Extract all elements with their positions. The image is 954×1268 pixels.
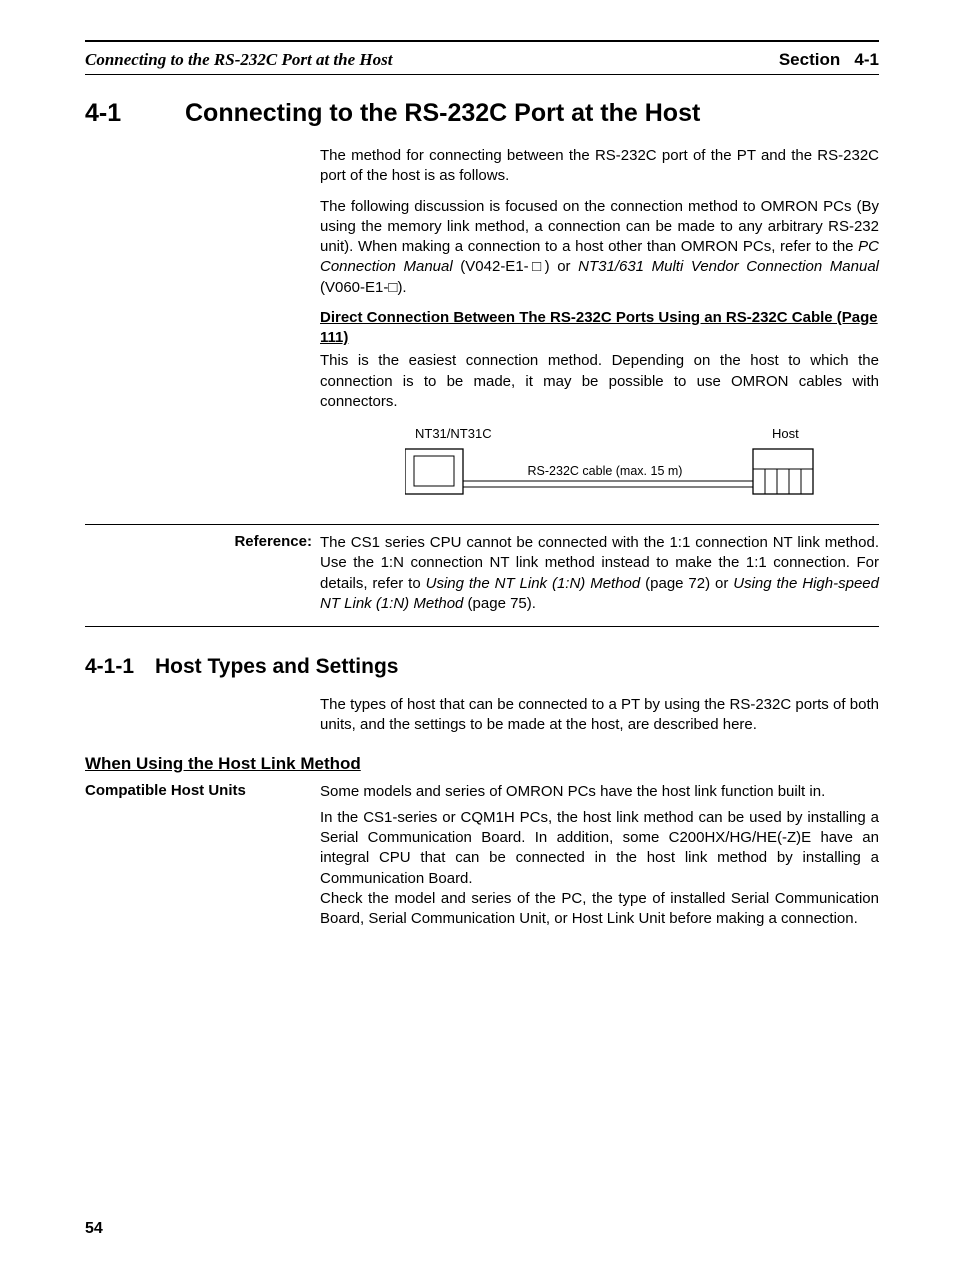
reference-text: The CS1 series CPU cannot be connected w… [320, 533, 879, 614]
placeholder-box-icon [529, 258, 545, 275]
header-rule-bottom [85, 74, 879, 75]
subheading-host-link: When Using the Host Link Method [85, 754, 879, 774]
paragraph-4: The types of host that can be connected … [320, 695, 879, 736]
page-header: Connecting to the RS-232C Port at the Ho… [85, 50, 879, 70]
ref-text-e: (page 75). [463, 595, 536, 612]
ref-text-c: (page 72) or [640, 575, 733, 592]
direct-connection-link[interactable]: Direct Connection Between The RS-232C Po… [320, 308, 879, 349]
para2-text-d: ) or [545, 258, 579, 275]
para2-text-f: (V060-E1- [320, 279, 388, 296]
page-number: 54 [85, 1220, 103, 1238]
side-label-compatible: Compatible Host Units [85, 782, 320, 799]
reference-block: Reference: The CS1 series CPU cannot be … [85, 524, 879, 627]
header-title: Connecting to the RS-232C Port at the Ho… [85, 50, 392, 70]
paragraph-7: Check the model and series of the PC, th… [320, 889, 879, 930]
para2-text-g: ). [397, 279, 406, 296]
header-section-label: Section [779, 50, 840, 69]
section-heading: 4-1 Connecting to the RS-232C Port at th… [85, 99, 879, 128]
diagram-right-label: Host [772, 426, 799, 441]
diagram-svg: RS-232C cable (max. 15 m) [405, 444, 825, 502]
compatible-hosts-row: Compatible Host Units Some models and se… [85, 782, 879, 802]
paragraph-1: The method for connecting between the RS… [320, 146, 879, 187]
cable-label: RS-232C cable (max. 15 m) [528, 464, 683, 478]
subsection-title: Host Types and Settings [155, 655, 398, 679]
subsection-heading: 4-1-1 Host Types and Settings [85, 655, 879, 679]
paragraph-3: This is the easiest connection method. D… [320, 351, 879, 412]
reference-label: Reference: [85, 533, 320, 550]
connection-diagram: NT31/NT31C Host RS-232C cable (max. 15 m… [320, 426, 879, 506]
section-title: Connecting to the RS-232C Port at the Ho… [185, 99, 700, 128]
para2-text-a: The following discussion is focused on t… [320, 198, 879, 256]
header-section: Section 4-1 [779, 50, 879, 70]
subsection-number: 4-1-1 [85, 655, 155, 679]
para2-ref-manual-2: NT31/631 Multi Vendor Connection Manual [578, 258, 879, 275]
diagram-left-label: NT31/NT31C [415, 426, 492, 441]
paragraph-5: Some models and series of OMRON PCs have… [320, 782, 879, 802]
para2-text-c: (V042-E1- [453, 258, 529, 275]
paragraph-6: In the CS1-series or CQM1H PCs, the host… [320, 808, 879, 889]
header-rule-top [85, 40, 879, 42]
ref-link-1: Using the NT Link (1:N) Method [426, 575, 641, 592]
paragraph-2: The following discussion is focused on t… [320, 197, 879, 298]
header-section-num: 4-1 [854, 50, 879, 69]
section-number: 4-1 [85, 99, 185, 128]
